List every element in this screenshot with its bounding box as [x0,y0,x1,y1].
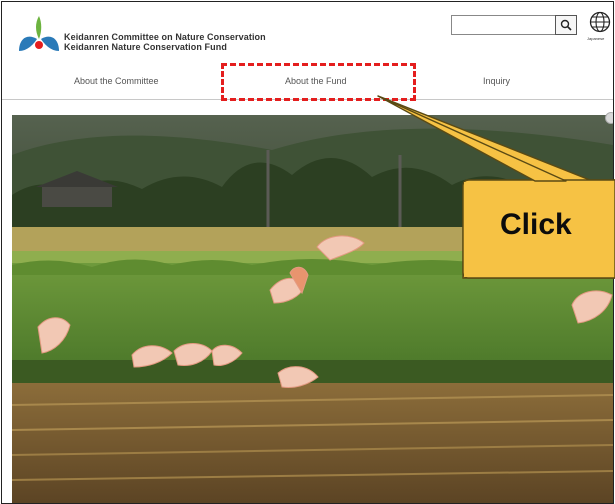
hero-image [12,115,613,503]
logo-icon[interactable] [15,11,59,55]
callout-label: Click [500,208,572,241]
search-button[interactable] [555,15,577,35]
nav-item-inquiry[interactable]: Inquiry [483,76,510,86]
org-name[interactable]: Keidanren Committee on Nature Conservati… [64,32,266,52]
language-switch-label[interactable]: Japanese [587,36,604,41]
carousel-control[interactable] [605,112,613,124]
search-icon [560,19,572,31]
globe-icon[interactable] [589,11,611,33]
org-name-line2: Keidanren Nature Conservation Fund [64,42,227,52]
nav-item-about-committee[interactable]: About the Committee [74,76,159,86]
hero-photo-ibis-field [12,115,613,503]
org-name-line1: Keidanren Committee on Nature Conservati… [64,32,266,42]
browser-page: Keidanren Committee on Nature Conservati… [1,1,614,504]
nav-highlight-box [221,63,416,101]
